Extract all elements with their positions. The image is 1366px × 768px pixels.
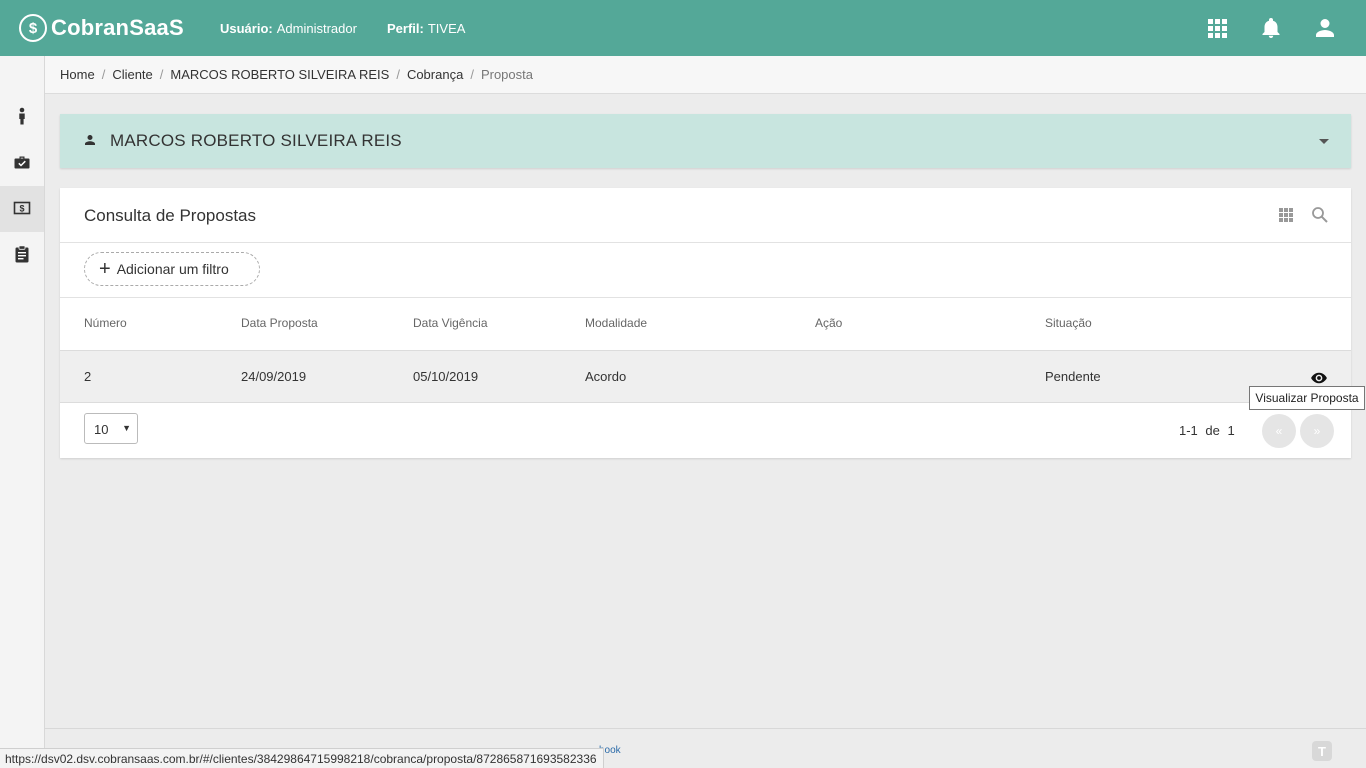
- profile-label: Perfil:: [387, 21, 424, 36]
- plus-icon: +: [99, 258, 111, 280]
- client-name: MARCOS ROBERTO SILVEIRA REIS: [110, 131, 402, 150]
- breadcrumb-cliente[interactable]: Cliente: [112, 67, 152, 82]
- user-label: Usuário:: [220, 21, 273, 36]
- footer-logo-icon: T: [1312, 741, 1332, 761]
- profile-value: TIVEA: [427, 21, 466, 36]
- breadcrumb-separator: /: [101, 67, 106, 82]
- expand-caret-icon[interactable]: [1319, 139, 1329, 144]
- pagination-range: 1-1 de 1: [1179, 423, 1239, 438]
- person-icon: [84, 134, 96, 149]
- svg-text:$: $: [19, 203, 24, 213]
- add-filter-button[interactable]: + Adicionar um filtro: [84, 252, 260, 286]
- breadcrumb: Home / Cliente / MARCOS ROBERTO SILVEIRA…: [45, 56, 1366, 94]
- table-footer: 10 ▼ 1-1 de 1 « »: [60, 403, 1351, 458]
- card-header: Consulta de Propostas: [60, 188, 1351, 243]
- sidebar-item-cobranca[interactable]: $: [0, 186, 44, 232]
- sidebar-item-clipboard[interactable]: [0, 232, 44, 278]
- account-icon[interactable]: [1313, 16, 1337, 40]
- briefcase-check-icon: [13, 153, 31, 174]
- breadcrumb-proposta: Proposta: [480, 67, 533, 82]
- user-value: Administrador: [276, 21, 357, 36]
- next-page-icon: »: [1313, 424, 1321, 438]
- sidebar-item-person[interactable]: [0, 94, 44, 140]
- client-expansion-panel[interactable]: MARCOS ROBERTO SILVEIRA REIS: [60, 114, 1351, 168]
- cell-situacao: Pendente: [1045, 369, 1101, 384]
- card-title: Consulta de Propostas: [84, 206, 256, 225]
- cell-numero: 2: [84, 369, 92, 384]
- table-header: Número Data Proposta Data Vigência Modal…: [60, 298, 1351, 351]
- logo-text: CobranSaaS: [51, 15, 184, 40]
- breadcrumb-separator: /: [396, 67, 400, 82]
- columns-grid-icon[interactable]: [1277, 206, 1295, 224]
- user-info: Usuário: Administrador: [220, 21, 357, 36]
- cell-modalidade: Acordo: [585, 369, 627, 384]
- breadcrumb-separator: /: [159, 67, 164, 82]
- range-total: 1: [1227, 423, 1235, 438]
- search-icon[interactable]: [1311, 206, 1329, 224]
- column-modalidade[interactable]: Modalidade: [585, 316, 647, 330]
- range-from-to: 1-1: [1179, 423, 1198, 438]
- app-logo[interactable]: $ CobranSaaS: [19, 12, 184, 44]
- person-icon: [15, 107, 29, 128]
- page-size-value: 10: [94, 422, 109, 437]
- add-filter-label: Adicionar um filtro: [116, 261, 229, 277]
- breadcrumb-cobranca[interactable]: Cobrança: [407, 67, 463, 82]
- page-size-select[interactable]: 10 ▼: [84, 413, 138, 444]
- breadcrumb-home[interactable]: Home: [60, 67, 95, 82]
- next-page-button[interactable]: »: [1300, 414, 1334, 448]
- cash-icon: $: [13, 199, 31, 220]
- column-numero[interactable]: Número: [84, 316, 127, 330]
- breadcrumb-client-name[interactable]: MARCOS ROBERTO SILVEIRA REIS: [170, 67, 389, 82]
- cell-data-proposta: 24/09/2019: [241, 369, 307, 384]
- select-arrow-icon: ▼: [122, 423, 131, 433]
- range-of: de: [1205, 423, 1220, 438]
- column-acao[interactable]: Ação: [815, 316, 842, 330]
- sidebar-item-briefcase[interactable]: [0, 140, 44, 186]
- top-app-bar: $ CobranSaaS Usuário: Administrador Perfi…: [0, 0, 1366, 56]
- browser-status-url: https://dsv02.dsv.cobransaas.com.br/#/cl…: [0, 748, 604, 768]
- row-action-tooltip: Visualizar Proposta: [1249, 386, 1365, 410]
- cell-data-vigencia: 05/10/2019: [413, 369, 479, 384]
- prev-page-icon: «: [1275, 424, 1283, 438]
- breadcrumb-separator: /: [470, 67, 474, 82]
- prev-page-button[interactable]: «: [1262, 414, 1296, 448]
- apps-grid-icon[interactable]: [1205, 16, 1229, 40]
- sidebar: $: [0, 56, 45, 768]
- table-row[interactable]: 2 24/09/2019 05/10/2019 Acordo Pendente: [60, 351, 1351, 403]
- eye-icon[interactable]: [1310, 369, 1328, 387]
- column-data-proposta[interactable]: Data Proposta: [241, 316, 318, 330]
- profile-info: Perfil: TIVEA: [387, 21, 465, 36]
- logo-dollar-icon: $: [19, 14, 47, 42]
- proposals-card: Consulta de Propostas + Adicionar um fil…: [60, 188, 1351, 458]
- column-data-vigencia[interactable]: Data Vigência: [413, 316, 488, 330]
- bell-icon[interactable]: [1259, 16, 1283, 40]
- column-situacao[interactable]: Situação: [1045, 316, 1092, 330]
- filter-row: + Adicionar um filtro: [60, 243, 1351, 298]
- clipboard-icon: [14, 244, 30, 266]
